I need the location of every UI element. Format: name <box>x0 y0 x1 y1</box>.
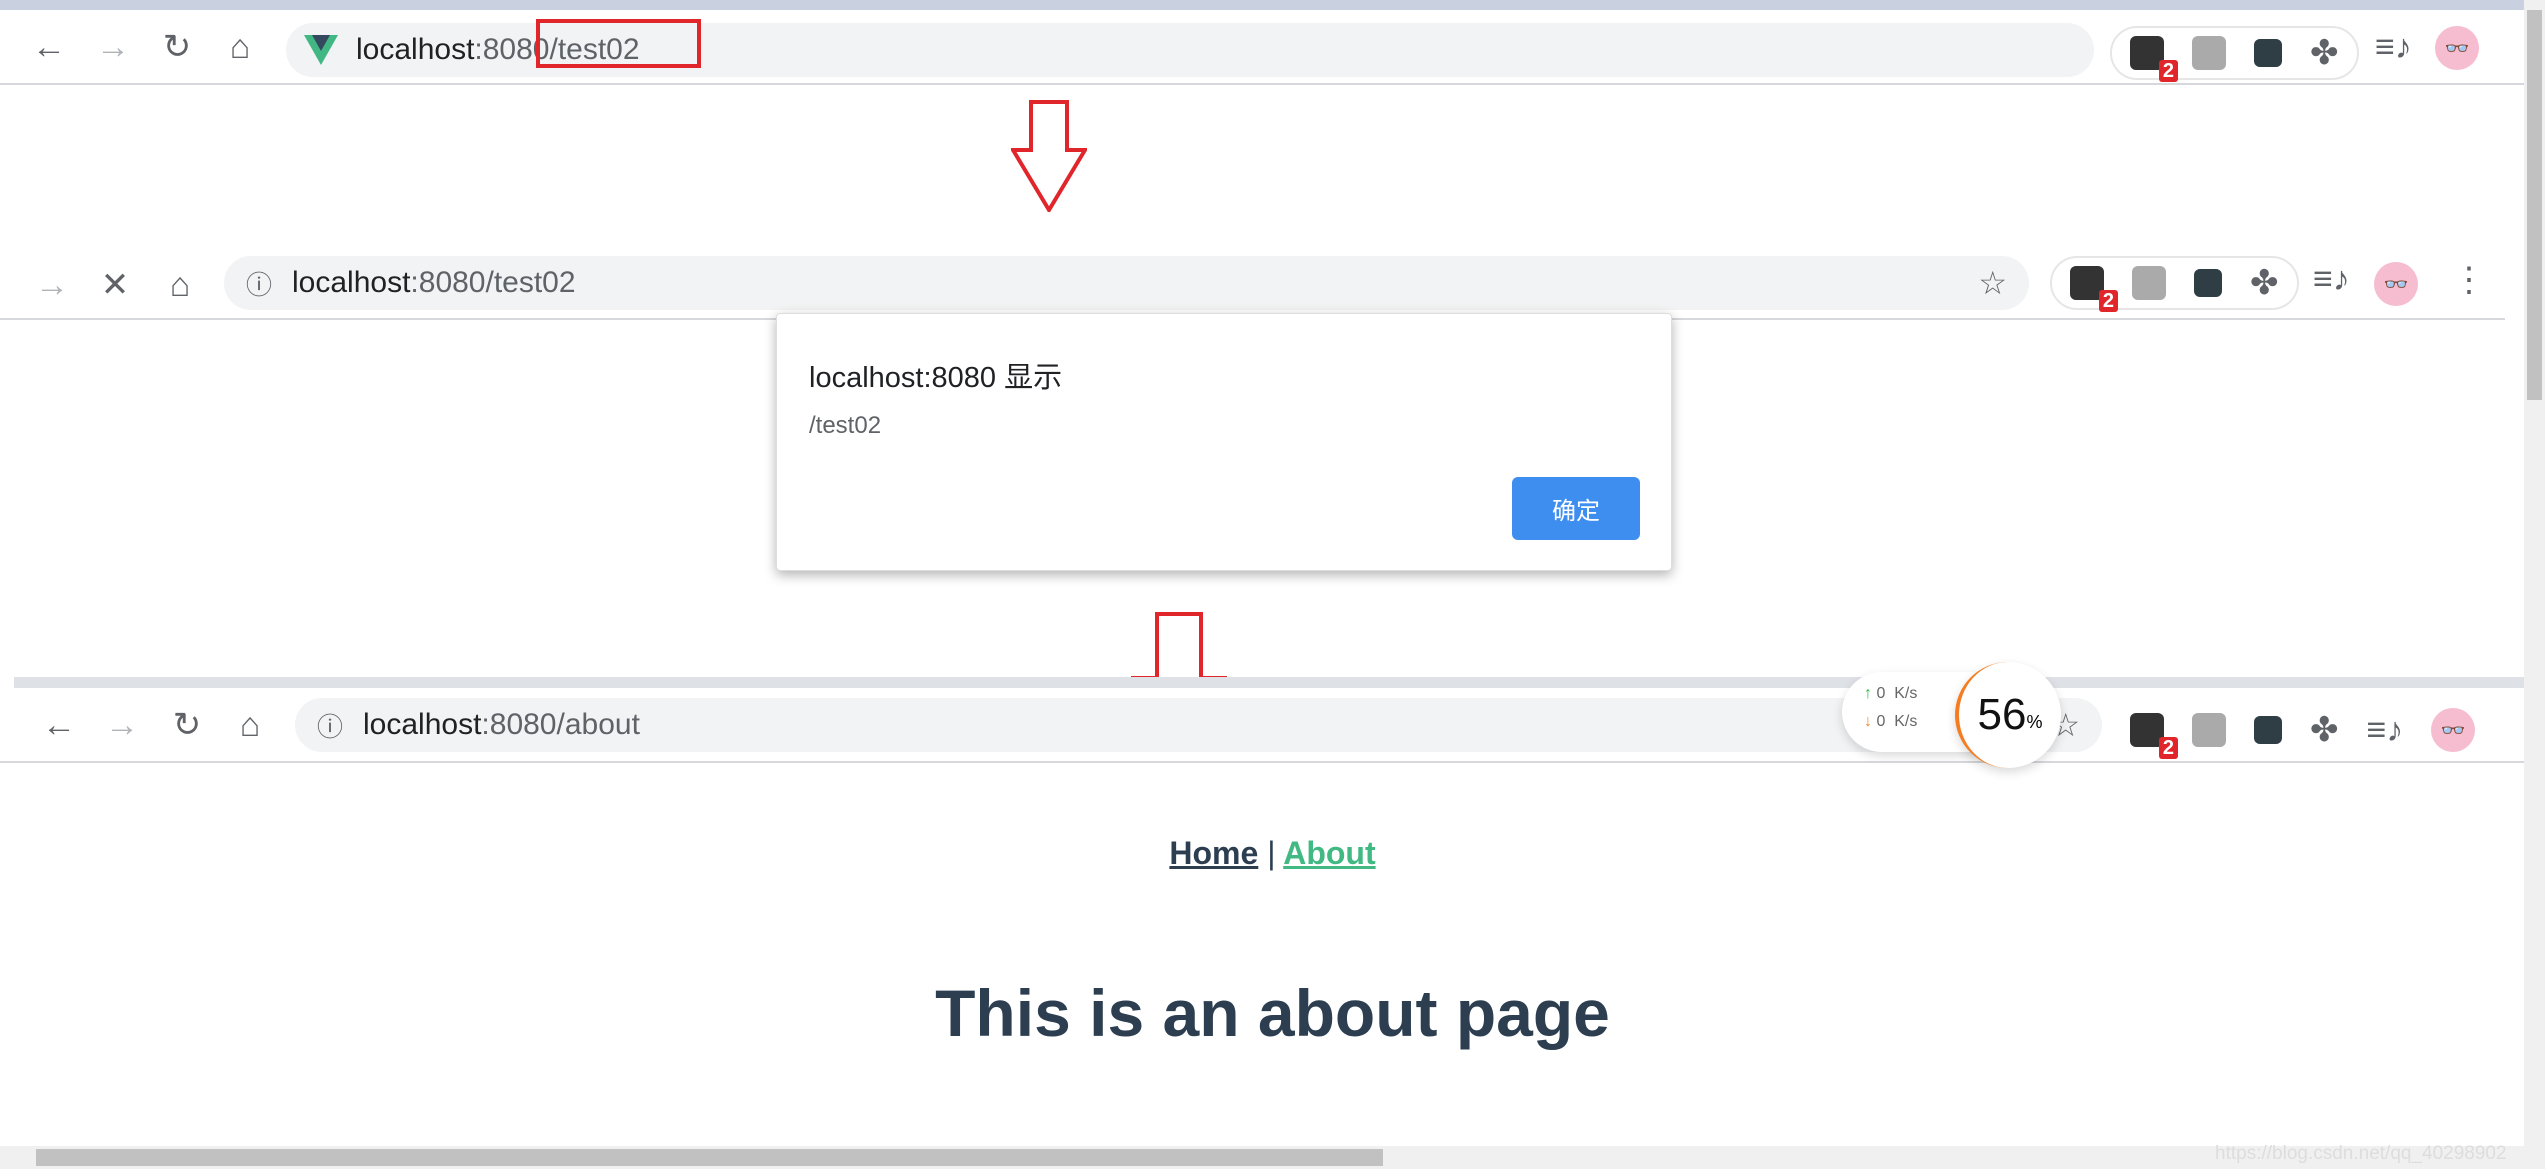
url-path: :8080/test02 <box>410 266 576 299</box>
badge-count: 2 <box>2158 737 2178 759</box>
star-icon[interactable]: ☆ <box>1978 264 2007 302</box>
home-link[interactable]: Home <box>1169 835 1258 871</box>
media-icon[interactable]: ≡♪ <box>2375 28 2412 67</box>
lightning-extension-icon[interactable] <box>2132 266 2166 300</box>
vertical-scrollbar-thumb[interactable] <box>2527 10 2542 400</box>
avatar[interactable]: 👓 <box>2374 262 2418 306</box>
down-arrow-annotation-1 <box>1011 100 1087 212</box>
puzzle-icon[interactable]: ✤ <box>2310 33 2339 73</box>
address-bar[interactable]: ⓘ localhost:8080/test02 ☆ <box>224 256 2029 310</box>
address-bar[interactable]: ⓘ localhost:8080/about ☆ <box>295 698 2102 752</box>
dialog-title: localhost:8080 显示 <box>809 362 1063 394</box>
browser-toolbar-1: ← → ↻ ⌂ localhost:8080/test02 2 ✤ ≡♪ 👓 ⋮ <box>0 10 2545 85</box>
home-icon[interactable]: ⌂ <box>225 700 275 750</box>
back-icon[interactable]: ← <box>34 700 84 750</box>
browser-toolbar-2: → ✕ ⌂ ⓘ localhost:8080/test02 ☆ 2 ✤ ≡♪ 👓… <box>0 252 2505 320</box>
back-icon[interactable]: ← <box>24 22 74 72</box>
page-nav: Home | About <box>0 835 2545 872</box>
cpu-gauge: 56% <box>1955 662 2061 768</box>
forward-icon[interactable]: → <box>27 260 77 310</box>
x-extension-icon[interactable] <box>2254 716 2282 744</box>
badge-count: 2 <box>2098 290 2118 312</box>
horizontal-scrollbar[interactable] <box>0 1146 2545 1169</box>
media-icon[interactable]: ≡♪ <box>2313 260 2350 299</box>
nav-separator: | <box>1267 835 1276 871</box>
x-extension-icon[interactable] <box>2254 39 2282 67</box>
extensions-pill: 2 ✤ <box>2050 256 2299 312</box>
avatar[interactable]: 👓 <box>2435 26 2479 70</box>
tab-strip <box>14 677 2524 688</box>
window-top-strip <box>0 0 2545 10</box>
menu-icon[interactable]: ⋮ <box>2452 260 2486 300</box>
puzzle-icon[interactable]: ✤ <box>2310 710 2339 750</box>
vue-logo-icon <box>304 35 338 65</box>
extensions-pill: 2 ✤ <box>2110 26 2359 82</box>
extension-icon[interactable]: 2 <box>2130 713 2178 759</box>
reload-icon[interactable]: ↻ <box>152 22 202 72</box>
avatar[interactable]: 👓 <box>2431 708 2476 752</box>
ok-button[interactable]: 确定 <box>1512 477 1640 540</box>
url-host: localhost <box>292 266 411 299</box>
info-icon: ⓘ <box>246 269 273 300</box>
page-heading: This is an about page <box>935 976 1610 1050</box>
browser-toolbar-3: ← → ↻ ⌂ ⓘ localhost:8080/about ☆ 2 ✤ ≡♪ … <box>0 688 2524 763</box>
media-icon[interactable]: ≡♪ <box>2367 711 2404 750</box>
home-icon[interactable]: ⌂ <box>215 22 265 72</box>
vertical-scrollbar[interactable] <box>2524 0 2545 1146</box>
annotation-highlight-box <box>536 19 701 68</box>
dialog-message: /test02 <box>809 412 882 439</box>
alert-dialog: localhost:8080 显示 /test02 确定 <box>776 313 1672 571</box>
extension-icon[interactable]: 2 <box>2070 266 2118 312</box>
info-icon: ⓘ <box>317 711 344 742</box>
forward-icon[interactable]: → <box>97 700 147 750</box>
cpu-value: 56 <box>1977 690 2027 739</box>
home-icon[interactable]: ⌂ <box>155 260 205 310</box>
watermark: https://blog.csdn.net/qq_40298902 <box>2215 1143 2507 1164</box>
reload-icon[interactable]: ↻ <box>162 700 212 750</box>
horizontal-scrollbar-thumb[interactable] <box>36 1149 1383 1166</box>
puzzle-icon[interactable]: ✤ <box>2250 263 2279 303</box>
extensions-area: 2 ✤ ≡♪ 👓 <box>2130 708 2476 759</box>
stop-icon[interactable]: ✕ <box>90 260 140 310</box>
url-path: :8080/about <box>481 708 640 741</box>
url-host: localhost <box>363 708 482 741</box>
lightning-extension-icon[interactable] <box>2192 36 2226 70</box>
extension-icon[interactable]: 2 <box>2130 36 2178 82</box>
x-extension-icon[interactable] <box>2194 269 2222 297</box>
forward-icon[interactable]: → <box>88 22 138 72</box>
cpu-unit: % <box>2026 711 2043 732</box>
about-link[interactable]: About <box>1283 835 1375 871</box>
lightning-extension-icon[interactable] <box>2192 713 2226 747</box>
badge-count: 2 <box>2158 60 2178 82</box>
url-host: localhost <box>356 33 475 66</box>
